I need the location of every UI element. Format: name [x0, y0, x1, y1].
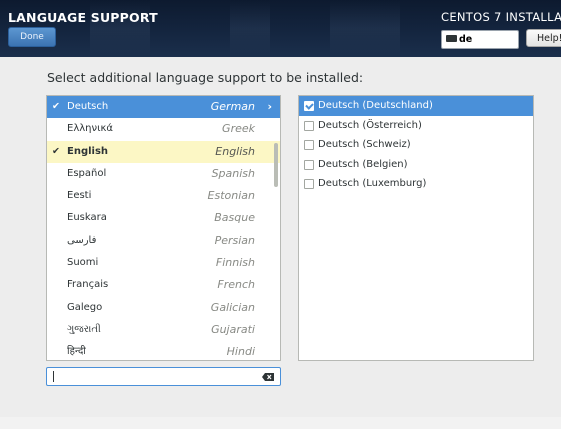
language-native-name: Euskara	[67, 212, 107, 224]
language-english-name: Estonian	[207, 189, 255, 203]
language-search-input[interactable]	[46, 367, 281, 386]
language-native-name: Español	[67, 167, 107, 179]
locale-checkbox[interactable]	[304, 140, 314, 151]
footer-area	[0, 417, 561, 429]
language-row[interactable]: Euskara Basque	[47, 207, 280, 229]
language-native-name: हिन्दी	[67, 346, 86, 358]
clear-text-icon[interactable]	[262, 373, 274, 381]
done-button[interactable]: Done	[8, 27, 56, 47]
language-english-name: Hindi	[226, 345, 255, 359]
language-row[interactable]: हिन्दी Hindi	[47, 341, 280, 360]
language-row[interactable]: Français French	[47, 274, 280, 296]
locale-row[interactable]: Deutsch (Schweiz)	[299, 135, 533, 155]
language-row[interactable]: Ελληνικά Greek	[47, 118, 280, 140]
locale-row[interactable]: Deutsch (Österreich)	[299, 116, 533, 136]
header-decoration	[90, 0, 150, 57]
language-english-name: English	[215, 144, 255, 158]
language-native-name: Deutsch	[67, 101, 109, 112]
keyboard-layout-label: de	[459, 34, 473, 45]
locale-checkbox[interactable]	[304, 159, 314, 170]
language-native-name: فارسی	[67, 234, 97, 246]
language-native-name: ગુજરાતી	[67, 323, 101, 335]
language-native-name: Galego	[67, 301, 103, 313]
keyboard-layout-indicator[interactable]: de	[441, 30, 519, 49]
language-row[interactable]: Galego Galician	[47, 297, 280, 319]
language-english-name: Finnish	[215, 256, 255, 270]
locale-label: Deutsch (Belgien)	[318, 158, 408, 170]
page-title: LANGUAGE SUPPORT	[8, 10, 158, 25]
locale-row[interactable]: Deutsch (Belgien)	[299, 155, 533, 175]
language-row[interactable]: Eesti Estonian	[47, 185, 280, 207]
top-bar: LANGUAGE SUPPORT Done CENTOS 7 INSTALLAT…	[0, 0, 561, 57]
language-list-scrollbar[interactable]	[274, 143, 278, 187]
language-native-name: Eesti	[67, 190, 92, 202]
locale-label: Deutsch (Österreich)	[318, 119, 422, 131]
locale-row[interactable]: Deutsch (Luxemburg)	[299, 174, 533, 194]
language-row[interactable]: ગુજરાતી Gujarati	[47, 319, 280, 341]
help-button[interactable]: Help!	[526, 29, 561, 47]
instruction-text: Select additional language support to be…	[47, 70, 364, 85]
language-english-name: German	[210, 100, 255, 113]
locale-label: Deutsch (Deutschland)	[318, 100, 433, 111]
locale-list[interactable]: Deutsch (Deutschland) Deutsch (Österreic…	[298, 95, 534, 361]
language-row[interactable]: Español Spanish	[47, 163, 280, 185]
language-row[interactable]: ✔ Deutsch German ›	[47, 96, 280, 119]
language-native-name: Suomi	[67, 257, 99, 269]
product-title: CENTOS 7 INSTALLATION	[441, 10, 561, 24]
language-english-name: Basque	[214, 211, 255, 225]
language-english-name: French	[217, 278, 255, 292]
language-row[interactable]: ✔ English English	[47, 140, 280, 163]
language-native-name: Français	[67, 279, 109, 291]
language-english-name: Persian	[214, 233, 255, 247]
header-decoration	[230, 0, 270, 57]
locale-checkbox[interactable]	[304, 120, 314, 131]
locale-checkbox[interactable]	[304, 179, 314, 190]
language-english-name: Galician	[210, 300, 255, 314]
language-english-name: Greek	[222, 122, 255, 136]
language-row[interactable]: Suomi Finnish	[47, 252, 280, 274]
language-english-name: Gujarati	[211, 322, 255, 336]
language-native-name: Ελληνικά	[67, 123, 113, 135]
language-english-name: Spanish	[211, 166, 255, 180]
checkmark-icon: ✔	[52, 145, 60, 157]
locale-label: Deutsch (Schweiz)	[318, 139, 411, 151]
locale-checkbox[interactable]	[304, 101, 314, 111]
language-list[interactable]: ✔ Deutsch German › Ελληνικά Greek ✔ Engl…	[46, 95, 281, 361]
text-cursor	[53, 371, 54, 382]
chevron-right-icon: ›	[267, 100, 272, 113]
keyboard-icon	[446, 35, 457, 42]
locale-label: Deutsch (Luxemburg)	[318, 178, 427, 190]
checkmark-icon: ✔	[52, 101, 60, 112]
header-decoration	[330, 0, 400, 57]
locale-row[interactable]: Deutsch (Deutschland)	[299, 96, 533, 116]
language-row[interactable]: فارسی Persian	[47, 230, 280, 252]
language-native-name: English	[67, 145, 109, 157]
